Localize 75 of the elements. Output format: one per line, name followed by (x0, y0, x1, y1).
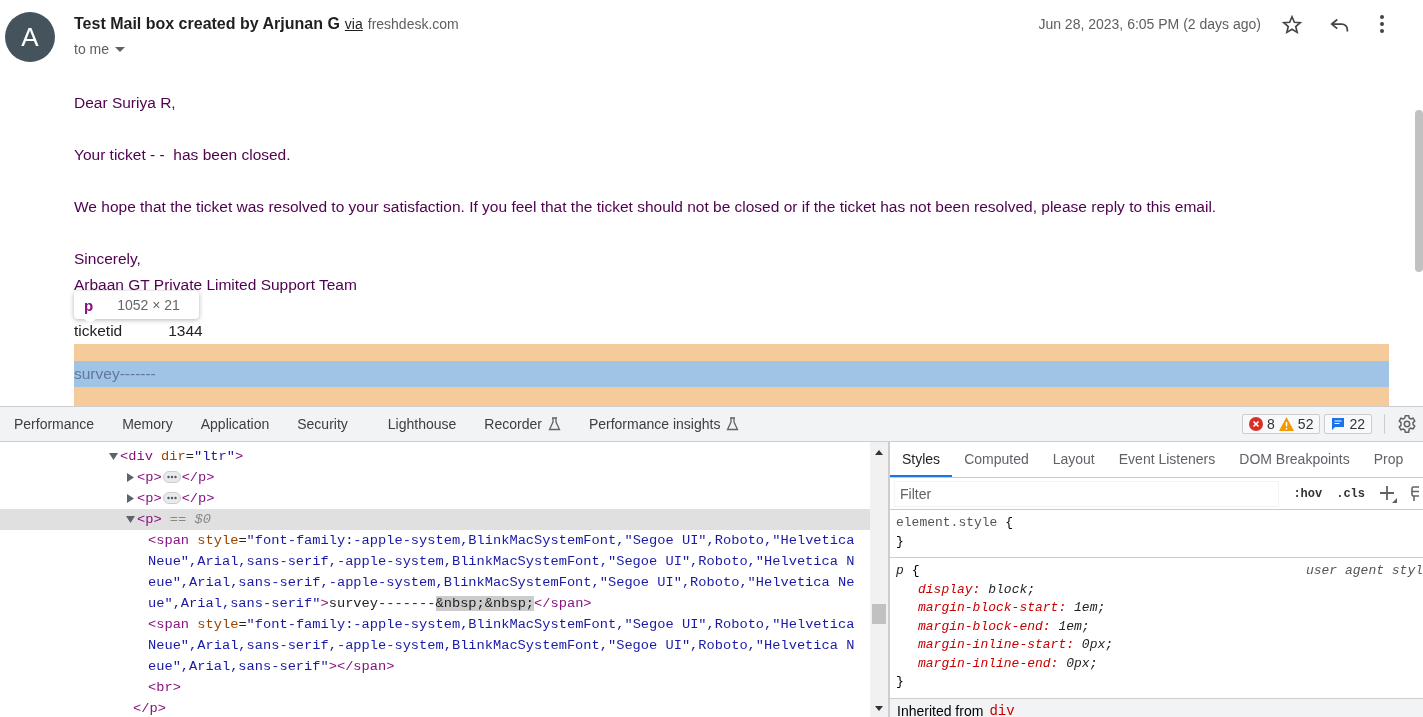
sidebar-tab[interactable]: DOM Breakpoints (1227, 442, 1362, 477)
expanded-triangle-icon[interactable] (108, 452, 118, 461)
dom-node[interactable]: <p> </p> (137, 488, 215, 509)
tooltip-size: 1052 × 21 (117, 297, 180, 313)
email-text: We hope that the ticket was resolved to your satisfaction. If you feel that the ticket should not be closed or if the ticket has not been resolved, please reply to this email. (74, 197, 1218, 217)
warning-count: 52 (1297, 416, 1314, 432)
settings-icon[interactable] (1397, 414, 1417, 434)
sidebar-tab[interactable]: Event Listeners (1106, 442, 1228, 477)
recipient-label[interactable]: to me (74, 41, 109, 57)
collapsed-triangle-icon[interactable] (125, 494, 135, 503)
rule-origin: user agent styl (1305, 562, 1423, 580)
message-counter[interactable]: 22 (1324, 414, 1372, 434)
email-text: Dear Suriya R, (74, 93, 177, 113)
ticket-id: 1344 (168, 321, 203, 341)
more-options-icon[interactable] (1379, 14, 1385, 34)
survey-text: survey------- (74, 365, 156, 382)
email-date: Jun 28, 2023, 6:05 PM (2 days ago) (1038, 16, 1261, 32)
tooltip-tag: p (84, 296, 94, 314)
ticket-label: ticketid (74, 321, 123, 341)
error-icon (1249, 417, 1264, 431)
sidebar-tab[interactable]: Computed (952, 442, 1041, 477)
sidebar-tab[interactable]: Styles (890, 442, 953, 477)
warning-icon (1278, 417, 1294, 431)
expanded-triangle-icon[interactable] (125, 515, 135, 524)
devtools-tab[interactable]: Recorder (470, 407, 575, 441)
via-link[interactable]: via (344, 16, 363, 32)
css-declaration[interactable]: margin-inline-start: 0px; (918, 637, 1114, 652)
devtools-tab[interactable]: Memory (108, 407, 187, 441)
scroll-down-icon[interactable] (875, 706, 883, 711)
css-rule-end: } (896, 674, 904, 689)
css-declaration[interactable]: margin-block-start: 1em; (918, 600, 1106, 615)
collapsed-triangle-icon[interactable] (125, 473, 135, 482)
filter-field[interactable]: Filter (894, 480, 1280, 507)
email-text: Sincerely, (74, 249, 142, 269)
sender-avatar: A (5, 12, 55, 62)
email-subject: Test Mail box created by Arjunan G (74, 15, 340, 33)
inherited-tag[interactable]: div (989, 702, 1015, 717)
ellipsis-icon[interactable] (162, 471, 181, 484)
inherited-label: Inherited from (897, 702, 984, 717)
ellipsis-icon[interactable] (162, 492, 181, 505)
message-count: 22 (1349, 416, 1365, 432)
dom-node[interactable]: <p> == $0 (137, 509, 211, 530)
email-text: Your ticket - - has been closed. (74, 145, 292, 165)
message-icon (1331, 417, 1346, 431)
scrollbar-thumb[interactable] (1415, 110, 1423, 272)
css-declaration[interactable]: margin-block-end: 1em; (918, 618, 1090, 634)
devtools-tab[interactable]: Application (186, 407, 284, 441)
dom-node[interactable]: </p> (133, 701, 166, 716)
dom-node[interactable]: <span style="font-family:-apple-system,BlinkMacSystemFont,"Segoe UI",Roboto,"Helvetica Neue",Arial,sans-serif,-apple-system,BlinkMacSystemFont,"Segoe UI",Roboto,"Helvetica Neue",Arial,sans-serif"></span> (148, 614, 860, 677)
css-rule-header: p { (896, 563, 920, 578)
dropdown-caret-icon[interactable] (115, 46, 125, 52)
dom-node[interactable]: <span style="font-family:-apple-system,BlinkMacSystemFont,"Segoe UI",Roboto,"Helvetica Neue",Arial,sans-serif,-apple-system,BlinkMacSystemFont,"Segoe UI",Roboto,"Helvetica Neue",Arial,sans-serif,-apple-system,BlinkMacSystemFont,"Segoe UI",Roboto,"Helvetica Neue",Arial,sans-serif">survey-------&nbsp;&nbsp;</span> (148, 530, 860, 614)
scroll-up-icon[interactable] (875, 450, 883, 455)
cls-toggle[interactable]: .cls (1336, 486, 1365, 501)
dom-node[interactable]: <p> </p> (137, 467, 215, 488)
issue-counter[interactable]: 8 52 (1242, 414, 1321, 434)
devtools-tab[interactable]: Security (283, 407, 362, 441)
error-count: 8 (1267, 416, 1275, 432)
css-rule-end: } (896, 533, 904, 549)
css-declaration[interactable]: display: block; (918, 581, 1036, 597)
add-rule-icon[interactable] (1379, 484, 1397, 503)
star-icon[interactable] (1281, 14, 1303, 36)
dom-node[interactable]: <div dir="ltr"> (120, 446, 244, 467)
sidebar-tab[interactable]: Prop (1361, 442, 1416, 477)
hov-toggle[interactable]: :hov (1293, 486, 1323, 501)
dom-node[interactable]: <br> (148, 677, 860, 698)
devtools-tab[interactable]: Performance insights (574, 407, 754, 441)
scrollbar-thumb[interactable] (872, 604, 886, 624)
sender-domain: freshdesk.com (367, 16, 459, 32)
css-declaration[interactable]: margin-inline-end: 0px; (918, 655, 1098, 671)
sidebar-tab[interactable]: Layout (1040, 442, 1107, 477)
devtools-tab[interactable]: Lighthouse (373, 407, 471, 441)
email-text: Arbaan GT Private Limited Support Team (74, 275, 358, 295)
devtools-tab[interactable]: Performance (0, 407, 109, 441)
css-rule-header: element.style { (896, 515, 1014, 530)
